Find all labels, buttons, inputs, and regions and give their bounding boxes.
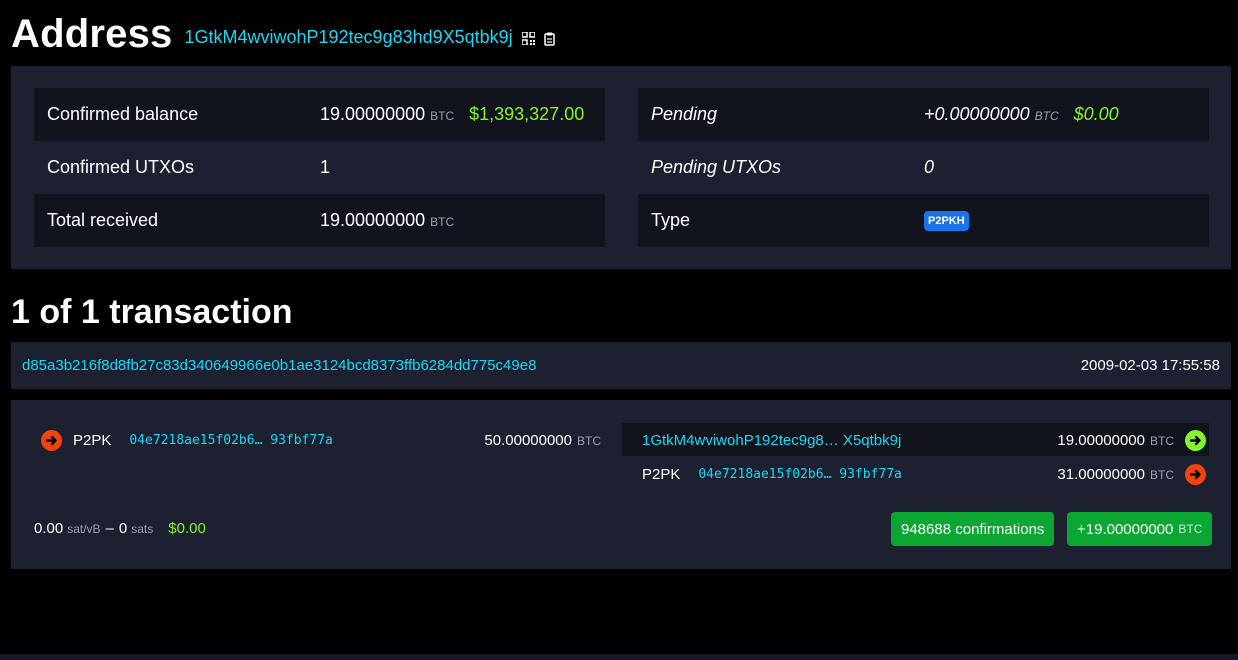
input-amount: 50.00000000 — [484, 431, 572, 449]
title-row: Address 1GtkM4wviwohP192tec9g83hd9X5qtbk… — [11, 8, 557, 60]
transaction-body: P2PK 04e7218ae15f02b6… 93fbf77a 50.00000… — [11, 400, 1231, 569]
output-amount: 19.00000000 — [1057, 431, 1145, 449]
address-stats-panel: Confirmed balance 19.00000000 BTC $1,393… — [11, 66, 1231, 269]
copy-icon[interactable] — [543, 32, 557, 46]
confirmed-utxos-label: Confirmed UTXOs — [47, 157, 195, 177]
confirmed-balance-label: Confirmed balance — [47, 104, 199, 124]
transaction-time: 2009-02-03 17:55:58 — [1080, 357, 1220, 374]
fee-rate: 0.00 — [34, 520, 64, 537]
input-script-type: P2PK — [73, 431, 112, 449]
btc-unit: BTC — [1178, 522, 1203, 536]
pending-utxos-row: Pending UTXOs 0 — [638, 141, 1209, 194]
tx-output-row: 1GtkM4wviwohP192tec9g8… X5qtbk9j 19.0000… — [642, 424, 1209, 456]
input-pubkey[interactable]: 04e7218ae15f02b6… 93fbf77a — [129, 433, 333, 448]
output-pubkey[interactable]: 04e7218ae15f02b6… 93fbf77a — [698, 467, 902, 482]
confirmed-utxos-value: 1 — [320, 157, 331, 177]
total-received-label: Total received — [47, 210, 159, 230]
btc-unit: BTC — [430, 109, 455, 123]
pending-value: +0.00000000 — [924, 104, 1030, 124]
stats-right-column: Pending +0.00000000 BTC $0.00 Pending UT… — [638, 88, 1209, 247]
transactions-heading: 1 of 1 transaction — [11, 293, 293, 331]
pending-utxos-label: Pending UTXOs — [651, 157, 782, 177]
output-address-link[interactable]: 1GtkM4wviwohP192tec9g8… X5qtbk9j — [642, 432, 901, 449]
btc-unit: BTC — [1034, 109, 1059, 123]
input-arrow-icon[interactable] — [41, 429, 62, 451]
confirmed-balance-value: 19.00000000 — [320, 104, 426, 124]
bottom-bar — [0, 654, 1238, 660]
confirmations-label: 948688 confirmations — [901, 520, 1045, 538]
page-title: Address — [11, 11, 173, 56]
output-script-type: P2PK — [642, 465, 681, 483]
type-label: Type — [651, 210, 691, 230]
net-amount-value: +19.00000000 — [1077, 520, 1174, 538]
fee-sats-unit: sats — [131, 522, 154, 536]
output-amount: 31.00000000 — [1057, 465, 1145, 483]
btc-unit: BTC — [1150, 467, 1174, 482]
confirmed-utxos-row: Confirmed UTXOs 1 — [34, 141, 605, 194]
output-spent-arrow-icon[interactable] — [1185, 463, 1206, 485]
pending-label: Pending — [651, 104, 718, 124]
output-unspent-arrow-icon[interactable] — [1185, 429, 1206, 451]
pending-usd: $0.00 — [1073, 104, 1119, 124]
pending-row: Pending +0.00000000 BTC $0.00 — [638, 88, 1209, 141]
fee-sats: 0 — [118, 520, 128, 537]
total-received-row: Total received 19.00000000 BTC — [34, 194, 605, 247]
total-received-value: 19.00000000 — [320, 210, 426, 230]
btc-unit: BTC — [430, 215, 455, 229]
fee-usd: $0.00 — [168, 520, 206, 537]
confirmations-button[interactable]: 948688 confirmations — [891, 512, 1055, 546]
btc-unit: BTC — [1150, 433, 1174, 448]
transaction-header: d85a3b216f8d8fb27c83d340649966e0b1ae3124… — [11, 342, 1231, 389]
address-value[interactable]: 1GtkM4wviwohP192tec9g83hd9X5qtbk9j — [184, 27, 512, 48]
tx-output-row: P2PK 04e7218ae15f02b6… 93fbf77a 31.00000… — [642, 458, 1209, 490]
btc-unit: BTC — [577, 433, 601, 448]
fee-info: 0.00 sat/vB – 0 sats $0.00 — [34, 520, 206, 537]
transaction-hash-link[interactable]: d85a3b216f8d8fb27c83d340649966e0b1ae3124… — [22, 357, 536, 374]
address-type-badge: P2PKH — [924, 210, 969, 231]
fee-separator: – — [105, 520, 114, 537]
fee-rate-unit: sat/vB — [67, 522, 101, 536]
tx-input-row: P2PK 04e7218ae15f02b6… 93fbf77a 50.00000… — [41, 424, 601, 456]
stats-left-column: Confirmed balance 19.00000000 BTC $1,393… — [34, 88, 605, 247]
confirmed-balance-usd: $1,393,327.00 — [469, 104, 585, 124]
type-row: Type P2PKH — [638, 194, 1209, 247]
net-amount-button[interactable]: +19.00000000 BTC — [1067, 512, 1213, 546]
confirmed-balance-row: Confirmed balance 19.00000000 BTC $1,393… — [34, 88, 605, 141]
qr-code-icon[interactable] — [520, 30, 536, 46]
pending-utxos-value: 0 — [924, 157, 935, 177]
